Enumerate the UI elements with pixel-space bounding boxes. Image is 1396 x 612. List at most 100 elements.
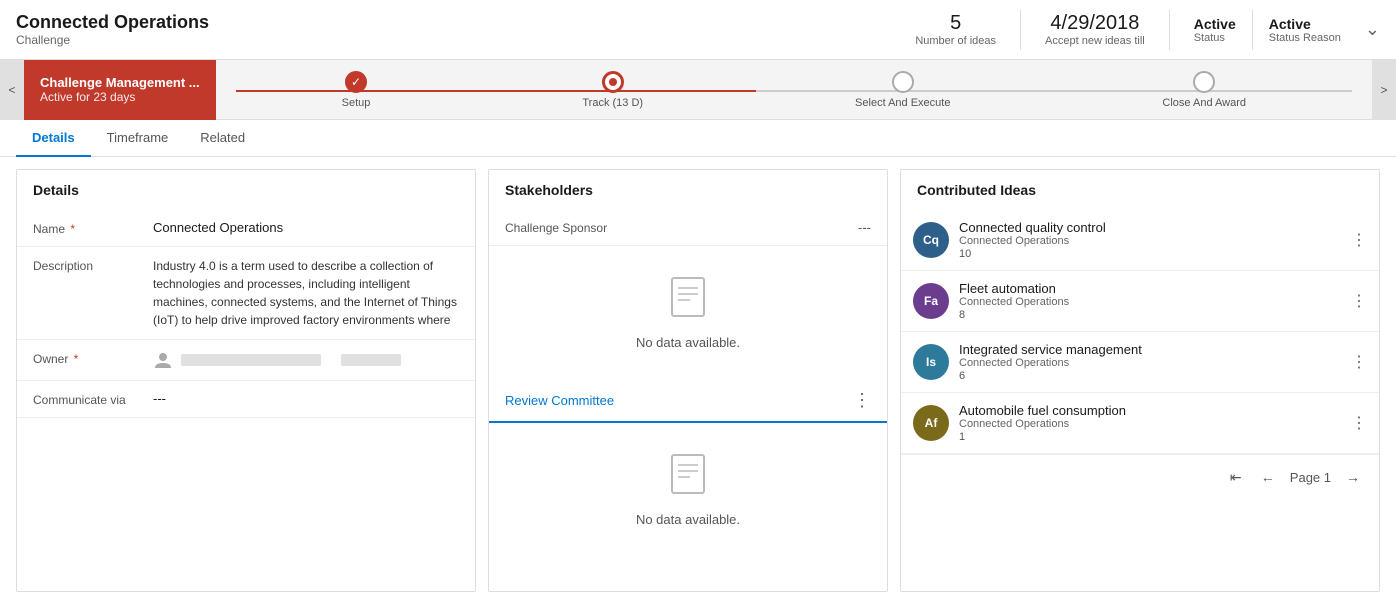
tab-timeframe[interactable]: Timeframe xyxy=(91,120,185,157)
stakeholders-panel-header: Stakeholders xyxy=(489,170,887,210)
accept-date-value: 4/29/2018 xyxy=(1045,12,1145,35)
detail-label-communicate: Communicate via xyxy=(33,391,153,407)
detail-label-name: Name * xyxy=(33,220,153,236)
idea-menu-af[interactable]: ⋮ xyxy=(1351,413,1367,433)
header-title-section: Connected Operations Challenge xyxy=(16,12,915,47)
detail-value-communicate: --- xyxy=(153,391,459,406)
idea-avatar-is: Is xyxy=(913,344,949,380)
status-reason-value: Active xyxy=(1269,16,1341,32)
step-setup[interactable]: ✓ Setup xyxy=(342,71,371,109)
step-track-circle xyxy=(602,71,624,93)
detail-value-desc: Industry 4.0 is a term used to describe … xyxy=(153,257,459,329)
divider-3 xyxy=(1252,10,1253,50)
detail-value-owner xyxy=(153,350,459,370)
ideas-count-label: Number of ideas xyxy=(915,35,996,47)
idea-menu-fa[interactable]: ⋮ xyxy=(1351,291,1367,311)
header-meta: 5 Number of ideas 4/29/2018 Accept new i… xyxy=(915,10,1380,50)
sponsor-no-data: No data available. xyxy=(489,246,887,380)
idea-item-af: Af Automobile fuel consumption Connected… xyxy=(901,393,1379,454)
detail-label-owner: Owner * xyxy=(33,350,153,366)
owner-name-blur-2 xyxy=(341,354,401,366)
step-setup-circle: ✓ xyxy=(345,71,367,93)
ideas-count-block: 5 Number of ideas xyxy=(915,12,996,47)
sponsor-value: --- xyxy=(858,220,871,235)
page-first-button[interactable]: ⇤ xyxy=(1222,463,1250,491)
owner-name-blur xyxy=(181,354,321,366)
idea-count-is: 6 xyxy=(959,370,1341,382)
steps-container: ✓ Setup Track (13 D) Select And Execute … xyxy=(216,71,1372,109)
status-label: Status xyxy=(1194,32,1236,44)
step-close[interactable]: Close And Award xyxy=(1162,71,1246,109)
details-panel-header: Details xyxy=(17,170,475,210)
challenge-pill-sub: Active for 23 days xyxy=(40,90,200,104)
name-required-star: * xyxy=(67,222,75,236)
tab-bar: Details Timeframe Related xyxy=(0,120,1396,157)
person-icon xyxy=(153,350,173,370)
details-panel: Details Name * Connected Operations Desc… xyxy=(16,169,476,592)
idea-title-cq: Connected quality control xyxy=(959,220,1341,235)
detail-row-owner: Owner * xyxy=(17,340,475,381)
page-info: Page 1 xyxy=(1286,470,1335,485)
status-reason-label: Status Reason xyxy=(1269,32,1341,44)
page-next-button[interactable]: → xyxy=(1339,463,1367,491)
page-prev-button[interactable]: ← xyxy=(1254,463,1282,491)
idea-info-cq: Connected quality control Connected Oper… xyxy=(959,220,1341,260)
idea-title-fa: Fleet automation xyxy=(959,281,1341,296)
idea-count-fa: 8 xyxy=(959,309,1341,321)
step-track[interactable]: Track (13 D) xyxy=(582,71,643,109)
idea-info-is: Integrated service management Connected … xyxy=(959,342,1341,382)
status-reason-block: Active Status Reason xyxy=(1269,16,1341,44)
status-chevron-icon[interactable]: ⌄ xyxy=(1365,19,1380,40)
idea-title-is: Integrated service management xyxy=(959,342,1341,357)
step-select-label: Select And Execute xyxy=(855,97,950,109)
challenge-pill-title: Challenge Management ... xyxy=(40,75,200,90)
idea-sub-cq: Connected Operations xyxy=(959,235,1341,247)
status-block: Active Status xyxy=(1194,16,1236,44)
stakeholders-panel: Stakeholders Challenge Sponsor --- No da… xyxy=(488,169,888,592)
review-no-data: No data available. xyxy=(489,423,887,557)
step-setup-label: Setup xyxy=(342,97,371,109)
idea-menu-cq[interactable]: ⋮ xyxy=(1351,230,1367,250)
idea-avatar-af: Af xyxy=(913,405,949,441)
idea-sub-af: Connected Operations xyxy=(959,418,1341,430)
detail-value-name: Connected Operations xyxy=(153,220,459,235)
review-committee-menu[interactable]: ⋮ xyxy=(853,390,871,411)
review-committee-row: Review Committee ⋮ xyxy=(489,380,887,423)
tab-related[interactable]: Related xyxy=(184,120,261,157)
app-subtitle: Challenge xyxy=(16,33,915,47)
owner-row xyxy=(153,350,459,370)
owner-required-star: * xyxy=(70,352,78,366)
steps-line-done xyxy=(236,90,756,92)
process-nav-prev[interactable]: < xyxy=(0,60,24,120)
sponsor-row: Challenge Sponsor --- xyxy=(489,210,887,246)
process-bar: < Challenge Management ... Active for 23… xyxy=(0,60,1396,120)
idea-sub-is: Connected Operations xyxy=(959,357,1341,369)
detail-row-communicate: Communicate via --- xyxy=(17,381,475,418)
tab-details[interactable]: Details xyxy=(16,120,91,157)
ideas-count-value: 5 xyxy=(915,12,996,35)
idea-avatar-cq: Cq xyxy=(913,222,949,258)
step-close-circle xyxy=(1193,71,1215,93)
status-group: Active Status Active Status Reason ⌄ xyxy=(1194,10,1380,50)
step-select-circle xyxy=(892,71,914,93)
idea-sub-fa: Connected Operations xyxy=(959,296,1341,308)
idea-count-af: 1 xyxy=(959,431,1341,443)
no-data-icon-sponsor xyxy=(668,276,708,327)
step-close-label: Close And Award xyxy=(1162,97,1246,109)
step-select[interactable]: Select And Execute xyxy=(855,71,950,109)
process-nav-next[interactable]: > xyxy=(1372,60,1396,120)
idea-info-fa: Fleet automation Connected Operations 8 xyxy=(959,281,1341,321)
detail-row-name: Name * Connected Operations xyxy=(17,210,475,247)
main-content: Details Name * Connected Operations Desc… xyxy=(0,157,1396,604)
pagination: ⇤ ← Page 1 → xyxy=(901,454,1379,499)
step-track-label: Track (13 D) xyxy=(582,97,643,109)
app-header: Connected Operations Challenge 5 Number … xyxy=(0,0,1396,60)
detail-label-desc: Description xyxy=(33,257,153,273)
idea-menu-is[interactable]: ⋮ xyxy=(1351,352,1367,372)
idea-item-fa: Fa Fleet automation Connected Operations… xyxy=(901,271,1379,332)
review-committee-label: Review Committee xyxy=(505,393,614,408)
accept-date-label: Accept new ideas till xyxy=(1045,35,1145,47)
ideas-panel-header: Contributed Ideas xyxy=(901,170,1379,210)
idea-count-cq: 10 xyxy=(959,248,1341,260)
app-title: Connected Operations xyxy=(16,12,915,33)
